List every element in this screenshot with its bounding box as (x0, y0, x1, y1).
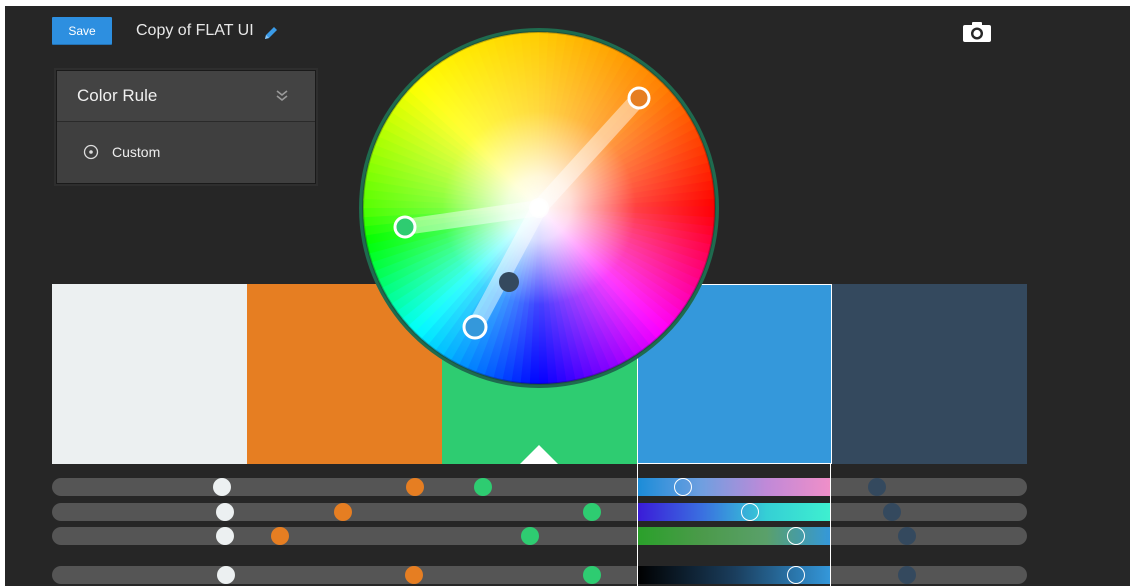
slider-handle[interactable] (406, 478, 424, 496)
slider-handle[interactable] (583, 566, 601, 584)
slider-handle-selected[interactable] (787, 566, 805, 584)
slider-handle[interactable] (216, 527, 234, 545)
slider-handle[interactable] (898, 527, 916, 545)
color-theme-editor: Save Copy of FLAT UI Color Rule Custom (5, 6, 1130, 586)
wheel-handle-selected[interactable] (462, 314, 488, 340)
wheel-handle[interactable] (499, 272, 519, 292)
slider-handle[interactable] (271, 527, 289, 545)
slider-handle[interactable] (474, 478, 492, 496)
slider-handle-selected[interactable] (787, 527, 805, 545)
slider-track-4[interactable] (52, 566, 1027, 584)
wheel-handle[interactable] (627, 86, 651, 110)
slider-handle[interactable] (217, 566, 235, 584)
slider-handle[interactable] (334, 503, 352, 521)
slider-track-3[interactable] (52, 527, 1027, 545)
slider-handle[interactable] (521, 527, 539, 545)
slider-handle[interactable] (405, 566, 423, 584)
slider-handle[interactable] (898, 566, 916, 584)
slider-handle[interactable] (868, 478, 886, 496)
color-wheel[interactable] (359, 28, 719, 388)
slider-handle[interactable] (216, 503, 234, 521)
slider-handle-selected[interactable] (674, 478, 692, 496)
slider-handle[interactable] (213, 478, 231, 496)
slider-track-2[interactable] (52, 503, 1027, 521)
wheel-handle[interactable] (393, 215, 417, 239)
slider-handle[interactable] (583, 503, 601, 521)
slider-handle-selected[interactable] (741, 503, 759, 521)
slider-handle[interactable] (883, 503, 901, 521)
